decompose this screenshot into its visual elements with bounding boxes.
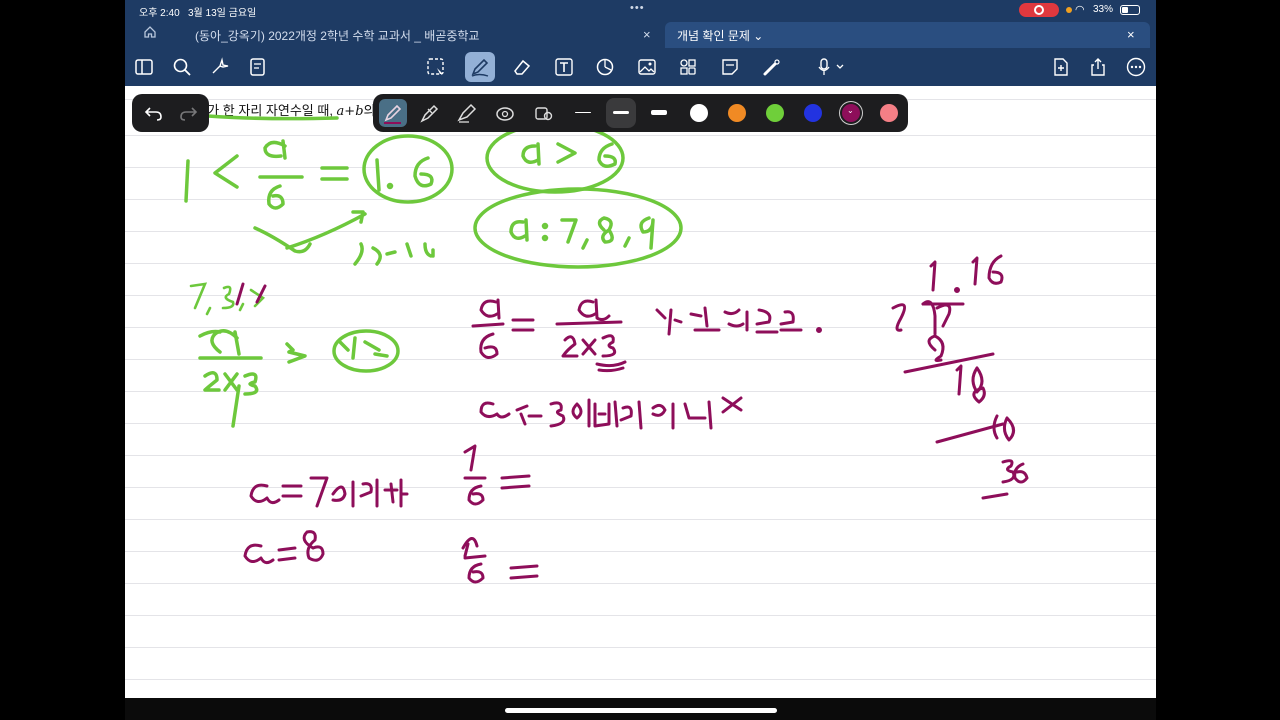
sticky-note-icon[interactable]: [719, 56, 741, 78]
eraser-icon[interactable]: [511, 56, 533, 78]
close-icon[interactable]: ×: [643, 27, 651, 42]
color-blue-swatch[interactable]: [804, 104, 822, 122]
ipad-app: 오후 2:40 3월 13일 금요일 ••• ◠ 33% (동아_강옥기) 20…: [125, 0, 1156, 720]
green-ink: [184, 114, 683, 428]
handwriting-layer: [184, 114, 1029, 584]
lasso-icon[interactable]: [425, 56, 447, 78]
share-icon[interactable]: [1087, 56, 1109, 78]
multitask-dots-icon[interactable]: •••: [630, 2, 645, 14]
stroke-thin-line: [575, 112, 591, 113]
green-ink-top-left: [189, 282, 266, 316]
stroke-thin-button[interactable]: [568, 98, 598, 128]
shapes-icon[interactable]: [594, 56, 616, 78]
color-green-swatch[interactable]: [766, 104, 784, 122]
notebook-page[interactable]: 6가 한 자리 자연수일 때, a+b의: [125, 86, 1156, 698]
tab-concept-check-label: 개념 확인 문제 ⌄: [677, 29, 764, 43]
tab-textbook-label: (동아_강옥기) 2022개정 2학년 수학 교과서 _ 배곧중학교: [195, 29, 480, 43]
pen-palette: ⌄: [373, 94, 908, 132]
highlighter-icon[interactable]: [415, 99, 443, 127]
home-indicator-area: [125, 698, 1156, 720]
tab-textbook[interactable]: (동아_강옥기) 2022개정 2학년 수학 교과서 _ 배곧중학교 ×: [185, 22, 660, 48]
add-page-icon[interactable]: [1050, 56, 1072, 78]
mic-in-use-icon: [1066, 7, 1072, 13]
stroke-thick-line: [651, 110, 667, 115]
status-date: 3월 13일 금요일: [188, 8, 257, 19]
image-icon[interactable]: [636, 56, 658, 78]
color-white-swatch[interactable]: [690, 104, 708, 122]
color-purple-swatch-selected[interactable]: ⌄: [842, 104, 860, 122]
fountain-pen-icon[interactable]: [379, 99, 407, 127]
home-indicator[interactable]: [505, 708, 777, 713]
tab-bar: (동아_강옥기) 2022개정 2학년 수학 교과서 _ 배곧중학교 × 개념 …: [125, 20, 1156, 48]
laser-icon[interactable]: [761, 56, 783, 78]
screen-record-icon[interactable]: [1019, 3, 1059, 17]
status-time: 오후 2:40 3월 13일 금요일: [139, 4, 256, 19]
screen: 오후 2:40 3월 13일 금요일 ••• ◠ 33% (동아_강옥기) 20…: [0, 0, 1280, 720]
tab-concept-check[interactable]: 개념 확인 문제 ⌄ ×: [665, 22, 1150, 48]
redo-icon[interactable]: [178, 102, 200, 124]
battery-percent: 33%: [1093, 4, 1114, 15]
search-icon[interactable]: [171, 56, 193, 78]
wifi-icon: ◠: [1075, 4, 1085, 16]
status-bar: 오후 2:40 3월 13일 금요일 ••• ◠ 33%: [125, 0, 1156, 20]
pen-settings-icon[interactable]: [529, 99, 557, 127]
notes-icon[interactable]: [247, 56, 269, 78]
chevron-down-icon: ⌄: [847, 106, 854, 115]
shape-recognition-icon[interactable]: [491, 99, 519, 127]
text-icon[interactable]: [553, 56, 575, 78]
sidebar-icon[interactable]: [133, 56, 155, 78]
brush-pen-icon[interactable]: [453, 99, 481, 127]
undo-icon[interactable]: [142, 102, 164, 124]
more-icon[interactable]: [1125, 56, 1147, 78]
status-time-text: 오후 2:40: [139, 8, 180, 19]
mic-icon[interactable]: [815, 56, 851, 78]
elements-icon[interactable]: [677, 56, 699, 78]
battery-icon: [1120, 5, 1140, 15]
stroke-thick-button[interactable]: [644, 98, 674, 128]
close-icon[interactable]: ×: [1127, 27, 1135, 42]
pen-icon[interactable]: [465, 52, 495, 82]
undo-redo-bar: [132, 94, 209, 132]
main-toolbar: [125, 48, 1156, 86]
color-orange-swatch[interactable]: [728, 104, 746, 122]
purple-ink: [243, 254, 1029, 584]
stroke-medium-button[interactable]: [606, 98, 636, 128]
sparkle-icon[interactable]: [209, 56, 231, 78]
stroke-medium-line: [613, 111, 629, 114]
color-pink-swatch[interactable]: [880, 104, 898, 122]
